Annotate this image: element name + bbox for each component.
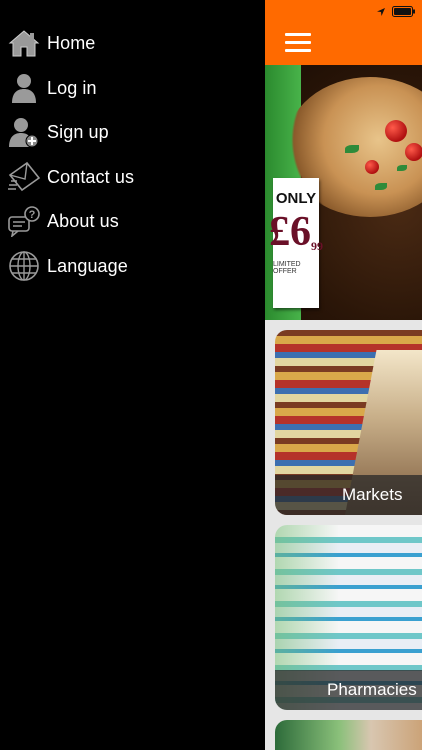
location-arrow-icon <box>376 4 386 22</box>
price-amount: £699 <box>269 209 323 255</box>
battery-icon <box>392 4 416 22</box>
menu-item-label: Log in <box>47 77 97 98</box>
price-tag-label: ONLY <box>275 190 317 207</box>
menu-item-label: Sign up <box>47 121 109 142</box>
price-tag: ONLY £699 LIMITED OFFER <box>269 178 323 308</box>
menu-item-contact[interactable]: Contact us <box>0 157 265 197</box>
price-note: LIMITED OFFER <box>273 261 301 275</box>
chat-question-icon: ? <box>7 204 41 238</box>
menu-item-label: About us <box>47 210 119 231</box>
globe-icon <box>7 249 41 283</box>
side-menu: Home Log in Sign up Contact us ? About u… <box>0 0 265 750</box>
category-card-markets[interactable]: Markets <box>275 330 422 515</box>
menu-item-label: Home <box>47 32 96 53</box>
menu-item-label: Language <box>47 255 128 276</box>
menu-item-about[interactable]: ? About us <box>0 201 265 241</box>
hamburger-icon[interactable] <box>285 33 311 53</box>
home-icon <box>7 26 41 60</box>
top-bar <box>265 0 422 65</box>
menu-item-label: Contact us <box>47 166 135 187</box>
envelope-icon <box>7 160 41 194</box>
category-card[interactable] <box>275 720 422 750</box>
main-content: ONLY £699 LIMITED OFFER Markets Pharmaci… <box>265 0 422 750</box>
menu-item-home[interactable]: Home <box>0 23 265 63</box>
user-icon <box>7 71 41 105</box>
menu-item-login[interactable]: Log in <box>0 68 265 108</box>
user-add-icon <box>7 115 41 149</box>
category-card-pharmacies[interactable]: Pharmacies <box>275 525 422 710</box>
menu-item-language[interactable]: Language <box>0 246 265 286</box>
svg-text:?: ? <box>29 209 36 221</box>
category-label: Markets <box>342 485 403 504</box>
menu-item-signup[interactable]: Sign up <box>0 112 265 152</box>
category-label: Pharmacies <box>327 680 417 699</box>
promo-banner[interactable]: ONLY £699 LIMITED OFFER <box>265 65 422 320</box>
status-bar <box>376 4 416 22</box>
